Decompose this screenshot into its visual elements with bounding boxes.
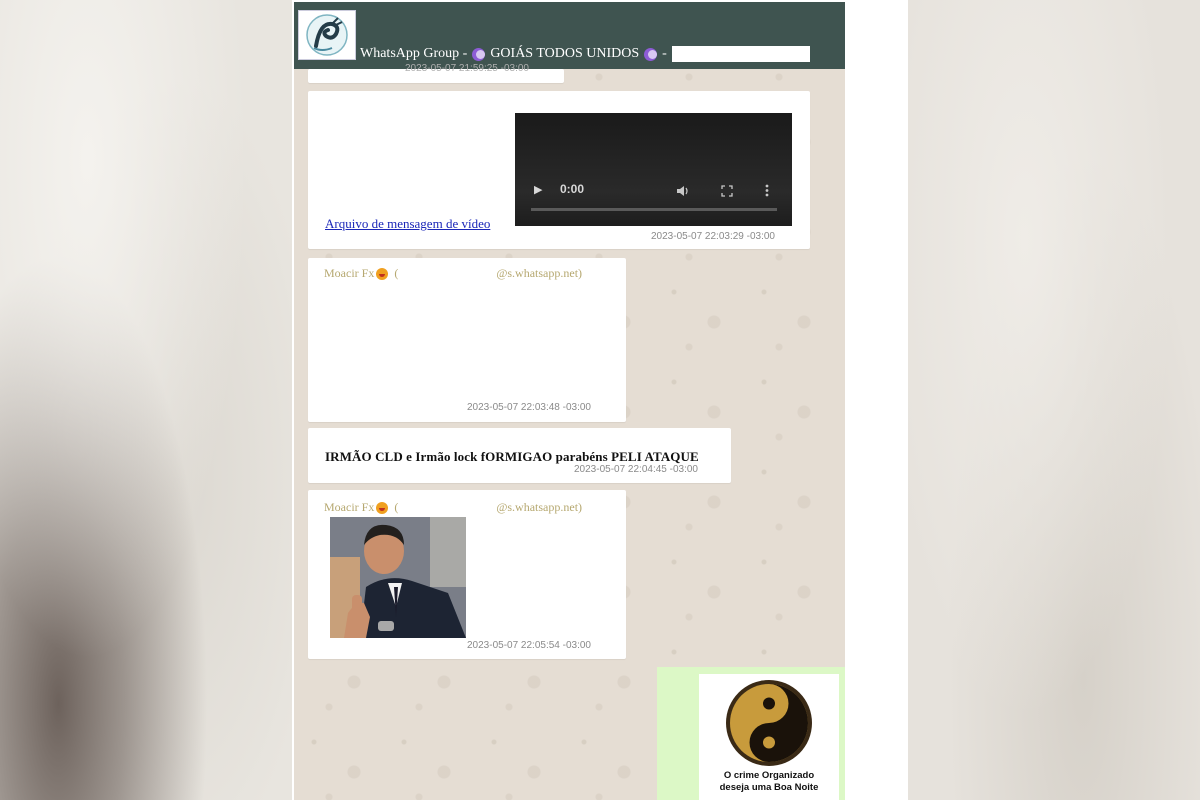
chat-window: WhatsApp Group - GOIÁS TODOS UNIDOS - 20… xyxy=(294,2,845,800)
moon-emoji-icon xyxy=(472,47,486,61)
yin-yang-icon xyxy=(726,680,812,766)
sender-paren: ( xyxy=(394,266,399,280)
video-progress-bar[interactable] xyxy=(531,208,777,211)
redacted-number xyxy=(671,46,810,62)
group-avatar[interactable] xyxy=(298,10,356,60)
title-separator: - xyxy=(662,46,667,61)
message-timestamp: 2023-05-07 22:03:29 -03:00 xyxy=(651,231,775,242)
redacted-phone xyxy=(406,501,497,514)
chat-title-prefix: WhatsApp Group - xyxy=(360,46,468,61)
volume-icon[interactable] xyxy=(676,185,690,197)
play-icon[interactable]: ▶ xyxy=(534,183,542,196)
smiling-emoji-icon xyxy=(376,501,389,514)
photo-man-thumbs-up xyxy=(330,517,466,638)
message-timestamp: 2023-05-07 21:59:25 -03:00 xyxy=(405,63,529,74)
fullscreen-icon[interactable] xyxy=(721,185,733,197)
video-time: 0:00 xyxy=(560,182,585,196)
sender-line: Moacir Fx ( @s.whatsapp.net) xyxy=(324,266,582,281)
chat-title: WhatsApp Group - GOIÁS TODOS UNIDOS - xyxy=(360,46,810,62)
more-vertical-icon[interactable] xyxy=(765,184,769,197)
video-player[interactable]: ▶ 0:00 xyxy=(515,113,792,226)
sticker-caption-line-1: O crime Organizado xyxy=(723,770,815,781)
sender-name[interactable]: Moacir Fx xyxy=(324,500,374,515)
message-timestamp: 2023-05-07 22:03:48 -03:00 xyxy=(467,402,591,413)
sender-line: Moacir Fx ( @s.whatsapp.net) xyxy=(324,500,582,515)
message-timestamp: 2023-05-07 22:04:45 -03:00 xyxy=(574,464,698,475)
sticker-caption-line-2: deseja uma Boa Noite xyxy=(719,782,819,793)
chat-header: WhatsApp Group - GOIÁS TODOS UNIDOS - xyxy=(294,2,845,69)
blurred-background-left xyxy=(0,0,292,800)
message-bubble-partial: 2023-05-07 21:59:25 -03:00 xyxy=(308,63,564,83)
message-text: IRMÃO CLD e Irmão lock fORMIGAO parabéns… xyxy=(325,449,699,464)
message-timestamp: 2023-05-07 22:05:54 -03:00 xyxy=(467,640,591,651)
sender-name[interactable]: Moacir Fx xyxy=(324,266,374,281)
sender-domain: @s.whatsapp.net) xyxy=(496,500,583,514)
redacted-phone xyxy=(406,267,497,280)
blank-media xyxy=(324,287,474,399)
smiling-emoji-icon xyxy=(376,267,389,280)
blurred-background-right xyxy=(908,0,1200,800)
group-name: GOIÁS TODOS UNIDOS xyxy=(490,46,640,61)
video-message-link[interactable]: Arquivo de mensagem de vídeo xyxy=(325,216,490,232)
shared-photo[interactable] xyxy=(330,517,466,638)
sticker-image[interactable]: O crime Organizado deseja uma Boa Noite xyxy=(699,674,839,800)
dragon-logo-icon xyxy=(306,14,348,56)
sender-paren: ( xyxy=(394,500,399,514)
moon-emoji-icon xyxy=(644,47,658,61)
sender-domain: @s.whatsapp.net) xyxy=(496,266,583,280)
